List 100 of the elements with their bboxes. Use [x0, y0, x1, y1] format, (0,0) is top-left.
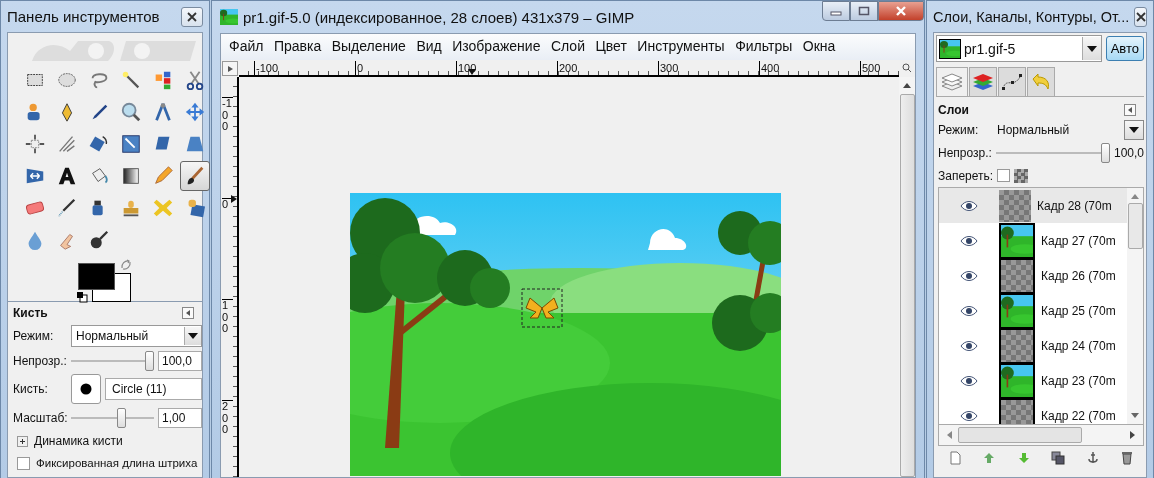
menu-item[interactable]: Слой [550, 38, 585, 56]
move-arrows-icon [184, 101, 206, 123]
eye-icon[interactable] [960, 270, 978, 281]
magic-wand-icon [120, 69, 142, 91]
swap-arrows-icon[interactable] [120, 259, 132, 271]
menu-item[interactable]: Изображение [452, 38, 541, 56]
pointer-marker-icon [231, 195, 237, 203]
ruler-label: 200 [222, 400, 233, 436]
default-colors-icon[interactable] [76, 291, 88, 303]
menu-item[interactable]: Окна [802, 38, 836, 56]
menu-item[interactable]: Выделение [331, 38, 406, 56]
magnifier-icon [120, 101, 142, 123]
eye-icon[interactable] [960, 340, 978, 351]
layer-name[interactable]: Кадр 28 (70m [1037, 198, 1112, 213]
color-swatches-drawing[interactable] [78, 263, 132, 303]
slider-thumb[interactable] [116, 407, 126, 428]
left-triangle-icon [1127, 107, 1133, 113]
field-label: Режим: [938, 122, 980, 137]
layer-row[interactable]: Кадр 27 (70m [939, 223, 1127, 258]
layer-name[interactable]: Кадр 25 (70m [1041, 303, 1116, 318]
layer-row[interactable]: Кадр 22 (70m [939, 398, 1127, 424]
horizontal-scrollbar[interactable] [938, 425, 1144, 446]
checkbox[interactable] [997, 169, 1011, 182]
eye-icon[interactable] [960, 375, 978, 386]
checkbox-label: Фиксированная длина штриха [36, 457, 198, 469]
copy-icon [1051, 451, 1066, 465]
scale-icon [120, 133, 142, 155]
eye-icon[interactable] [960, 410, 978, 421]
eye-icon[interactable] [960, 200, 978, 211]
slider-thumb[interactable] [145, 350, 154, 371]
ruler-label: 300 [658, 61, 679, 75]
mode-dropdown[interactable]: Нормальный [71, 324, 202, 347]
eye-icon[interactable] [960, 235, 978, 246]
layer-name[interactable]: Кадр 27 (70m [1041, 233, 1116, 248]
search-icon [902, 63, 912, 73]
menu-item[interactable]: Правка [273, 38, 322, 56]
maximize-button[interactable] [850, 1, 878, 21]
dropdown-arrow-icon [1086, 45, 1097, 52]
left-triangle-icon [185, 310, 191, 316]
auto-button[interactable]: Авто [1105, 36, 1144, 61]
scroll-left-arrow-icon[interactable] [947, 431, 952, 439]
checkbox[interactable] [17, 456, 30, 470]
letter-a-icon [56, 165, 78, 187]
landscape-app-icon [220, 9, 238, 25]
slider-thumb[interactable] [1100, 142, 1110, 163]
close-button[interactable] [1134, 6, 1147, 27]
close-button[interactable] [181, 6, 203, 27]
panel-menu-button[interactable] [182, 307, 194, 319]
layer-row[interactable]: Кадр 28 (70m [939, 188, 1127, 223]
ruler-label: 400 [759, 61, 780, 75]
quick-mask-button[interactable] [222, 61, 238, 76]
ruler-label: -100 [254, 61, 279, 75]
menu-item[interactable]: Инструменты [637, 38, 725, 56]
layer-name[interactable]: Кадр 22 (70m [1041, 408, 1116, 423]
layer-row[interactable]: Кадр 23 (70m [939, 363, 1127, 398]
field-label: Запереть: [938, 168, 994, 183]
panel-heading: Слои [938, 103, 969, 117]
layer-row[interactable]: Кадр 24 (70m [939, 328, 1127, 363]
window-title: Панель инструментов [7, 8, 161, 25]
scrollbar-thumb[interactable] [958, 427, 1082, 443]
window-title: pr1.gif-5.0 (индексированное, 28 слоев) 431x379 – GIMP [243, 8, 636, 26]
panel-heading: Кисть [13, 306, 48, 320]
layer-row[interactable]: Кадр 25 (70m [939, 293, 1127, 328]
image-dropdown[interactable]: pr1.gif-5 [936, 35, 1102, 62]
minimize-button[interactable] [822, 1, 850, 21]
menu-item[interactable]: Файл [229, 38, 264, 56]
ruler-label: 500 [860, 61, 881, 75]
ruler-label: 0 [355, 61, 364, 75]
menu-item[interactable]: Фильтры [735, 38, 793, 56]
field-label: Кисть: [13, 382, 49, 396]
scroll-down-arrow-icon[interactable] [1131, 413, 1139, 418]
menu-item[interactable]: Цвет [595, 38, 627, 56]
tool-button[interactable] [180, 161, 210, 191]
mode-dropdown[interactable]: Нормальный [997, 119, 1144, 140]
ruler-label: 100 [222, 299, 233, 335]
expand-icon[interactable] [17, 435, 28, 447]
opacity-spinbox[interactable]: 100,0 [158, 350, 202, 371]
up-arrow-icon [982, 451, 997, 465]
menu-item[interactable]: Вид [416, 38, 442, 56]
vertical-scrollbar[interactable] [1127, 188, 1143, 424]
layer-name[interactable]: Кадр 26 (70m [1041, 268, 1116, 283]
expander-label[interactable]: Динамика кисти [34, 434, 123, 448]
scroll-right-arrow-icon[interactable] [1130, 431, 1135, 439]
opacity-value[interactable]: 100,0 [1113, 145, 1144, 160]
scroll-up-arrow-icon[interactable] [903, 83, 911, 88]
crosshair-arrows-icon [24, 133, 46, 155]
maximize-icon [858, 6, 870, 16]
panel-menu-button[interactable] [1124, 104, 1136, 116]
scrollbar-thumb[interactable] [1127, 203, 1143, 249]
layer-name[interactable]: Кадр 24 (70m [1041, 338, 1116, 353]
close-icon [895, 6, 907, 16]
path-nodes-icon [1000, 72, 1024, 92]
layer-name[interactable]: Кадр 23 (70m [1041, 373, 1116, 388]
brush-preview-button[interactable] [71, 374, 101, 404]
brush-name-field[interactable]: Circle (11) [105, 378, 202, 400]
dock-tab[interactable] [998, 67, 1026, 96]
eye-icon[interactable] [960, 305, 978, 316]
scale-spinbox[interactable]: 1,00 [158, 407, 202, 428]
close-icon [187, 11, 197, 22]
layer-row[interactable]: Кадр 26 (70m [939, 258, 1127, 293]
